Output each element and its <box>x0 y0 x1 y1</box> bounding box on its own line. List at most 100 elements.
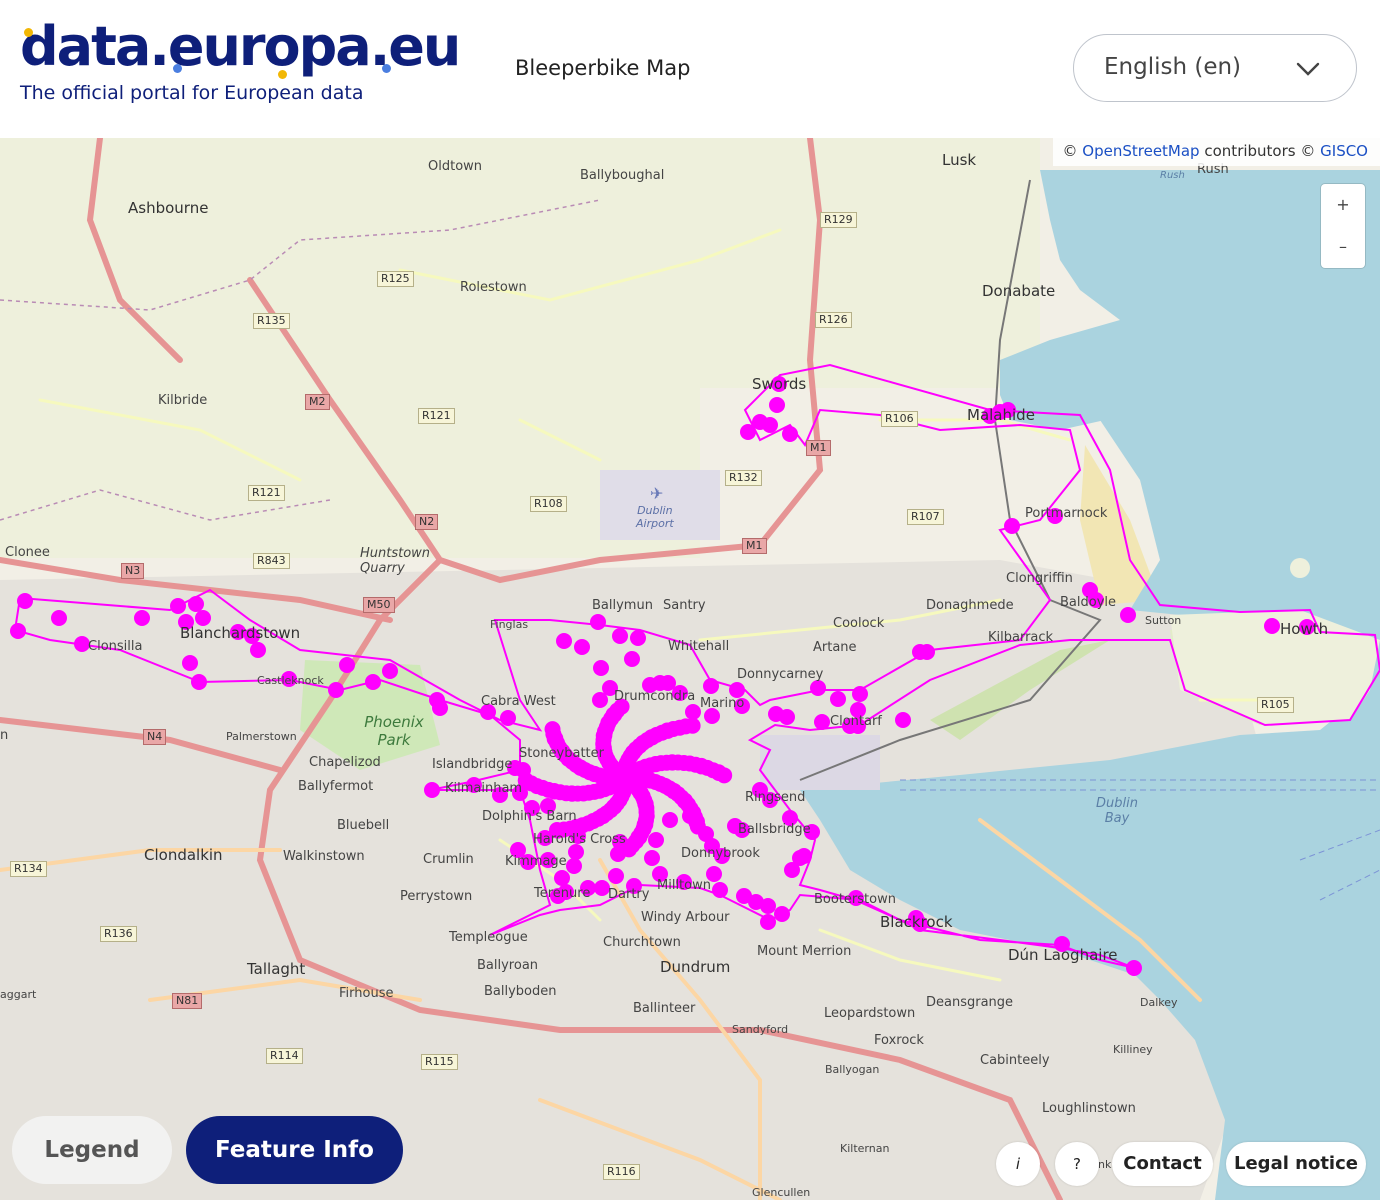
gisco-link[interactable]: GISCO <box>1320 142 1368 160</box>
station-marker[interactable] <box>250 642 266 658</box>
station-marker[interactable] <box>630 630 646 646</box>
place-label: Crumlin <box>423 852 474 867</box>
station-marker[interactable] <box>593 660 609 676</box>
station-marker[interactable] <box>919 644 935 660</box>
station-marker[interactable] <box>1126 960 1142 976</box>
station-marker[interactable] <box>782 426 798 442</box>
station-marker[interactable] <box>546 782 563 799</box>
station-marker[interactable] <box>170 598 186 614</box>
station-marker[interactable] <box>659 722 676 739</box>
station-marker[interactable] <box>574 639 590 655</box>
place-label: Dolphin's Barn <box>482 809 577 824</box>
station-marker[interactable] <box>382 663 398 679</box>
station-marker[interactable] <box>647 756 664 773</box>
station-marker[interactable] <box>740 424 756 440</box>
station-marker[interactable] <box>779 709 795 725</box>
station-marker[interactable] <box>432 700 448 716</box>
station-marker[interactable] <box>328 682 344 698</box>
station-marker[interactable] <box>606 706 623 723</box>
station-marker[interactable] <box>774 906 790 922</box>
station-marker[interactable] <box>563 785 580 802</box>
station-marker[interactable] <box>10 623 26 639</box>
station-marker[interactable] <box>644 850 660 866</box>
station-marker[interactable] <box>685 704 701 720</box>
station-marker[interactable] <box>760 898 776 914</box>
station-marker[interactable] <box>1004 518 1020 534</box>
station-marker[interactable] <box>664 754 681 771</box>
station-marker[interactable] <box>810 680 826 696</box>
map-canvas[interactable]: Oldtown Ballyboughal Lusk Rush Ashbourne… <box>0 138 1380 1200</box>
station-marker[interactable] <box>760 914 776 930</box>
station-marker[interactable] <box>693 758 710 775</box>
station-marker[interactable] <box>1264 618 1280 634</box>
zoom-in-button[interactable]: + <box>1321 184 1365 226</box>
road-label: N4 <box>143 729 167 745</box>
station-marker[interactable] <box>500 710 516 726</box>
station-marker[interactable] <box>895 712 911 728</box>
station-marker[interactable] <box>591 782 608 799</box>
legend-button[interactable]: Legend <box>12 1116 172 1184</box>
station-marker[interactable] <box>182 655 198 671</box>
station-marker[interactable] <box>51 610 67 626</box>
station-marker[interactable] <box>1120 607 1136 623</box>
station-marker[interactable] <box>339 657 355 673</box>
station-marker[interactable] <box>594 807 611 824</box>
station-marker[interactable] <box>769 397 785 413</box>
station-marker[interactable] <box>762 417 778 433</box>
place-label: Ballyfermot <box>298 779 374 794</box>
station-marker[interactable] <box>625 744 642 761</box>
station-marker[interactable] <box>424 782 440 798</box>
station-marker[interactable] <box>134 610 150 626</box>
place-label: Sandyford <box>732 1023 789 1036</box>
station-marker[interactable] <box>188 596 204 612</box>
station-marker[interactable] <box>624 764 641 781</box>
station-marker[interactable] <box>191 674 207 690</box>
chevron-down-icon <box>1296 57 1320 85</box>
logo-dot-yellow-2 <box>278 70 287 79</box>
language-select[interactable]: English (en) <box>1073 34 1357 102</box>
info-button[interactable]: i <box>996 1142 1040 1186</box>
station-marker[interactable] <box>616 780 633 797</box>
station-marker[interactable] <box>554 870 570 886</box>
attribution-middle: contributors © <box>1204 142 1316 160</box>
feature-info-button[interactable]: Feature Info <box>186 1116 403 1184</box>
station-marker[interactable] <box>17 593 33 609</box>
station-marker[interactable] <box>608 868 624 884</box>
place-label: Walkinstown <box>283 849 365 864</box>
station-marker[interactable] <box>596 727 613 744</box>
station-marker[interactable] <box>703 678 719 694</box>
station-marker[interactable] <box>365 674 381 690</box>
station-marker[interactable] <box>644 729 661 746</box>
zoom-out-button[interactable]: – <box>1321 226 1365 268</box>
station-marker[interactable] <box>630 829 647 846</box>
station-marker[interactable] <box>586 765 603 782</box>
station-marker[interactable] <box>624 651 640 667</box>
station-marker[interactable] <box>796 848 812 864</box>
station-marker[interactable] <box>556 633 572 649</box>
station-marker[interactable] <box>662 812 678 828</box>
legal-notice-button[interactable]: Legal notice <box>1226 1142 1366 1186</box>
station-marker[interactable] <box>676 793 693 810</box>
station-marker[interactable] <box>648 832 664 848</box>
station-marker[interactable] <box>572 759 589 776</box>
station-marker[interactable] <box>566 858 582 874</box>
site-header: data.europa.eu The official portal for E… <box>0 0 1380 138</box>
station-marker[interactable] <box>547 730 564 747</box>
station-marker[interactable] <box>590 614 606 630</box>
place-label: nk <box>1098 1158 1112 1171</box>
station-marker[interactable] <box>604 758 621 775</box>
contact-button[interactable]: Contact <box>1112 1142 1213 1186</box>
station-marker[interactable] <box>712 882 728 898</box>
station-marker[interactable] <box>612 628 628 644</box>
help-button[interactable]: ? <box>1055 1142 1099 1186</box>
station-marker[interactable] <box>688 814 705 831</box>
station-marker[interactable] <box>830 691 846 707</box>
station-marker[interactable] <box>852 686 868 702</box>
station-marker[interactable] <box>814 714 830 730</box>
portal-logo[interactable]: data.europa.eu The official portal for E… <box>20 14 461 104</box>
station-marker[interactable] <box>642 772 659 789</box>
station-marker[interactable] <box>710 764 727 781</box>
station-marker[interactable] <box>592 692 608 708</box>
openstreetmap-link[interactable]: OpenStreetMap <box>1082 142 1199 160</box>
station-marker[interactable] <box>637 796 654 813</box>
